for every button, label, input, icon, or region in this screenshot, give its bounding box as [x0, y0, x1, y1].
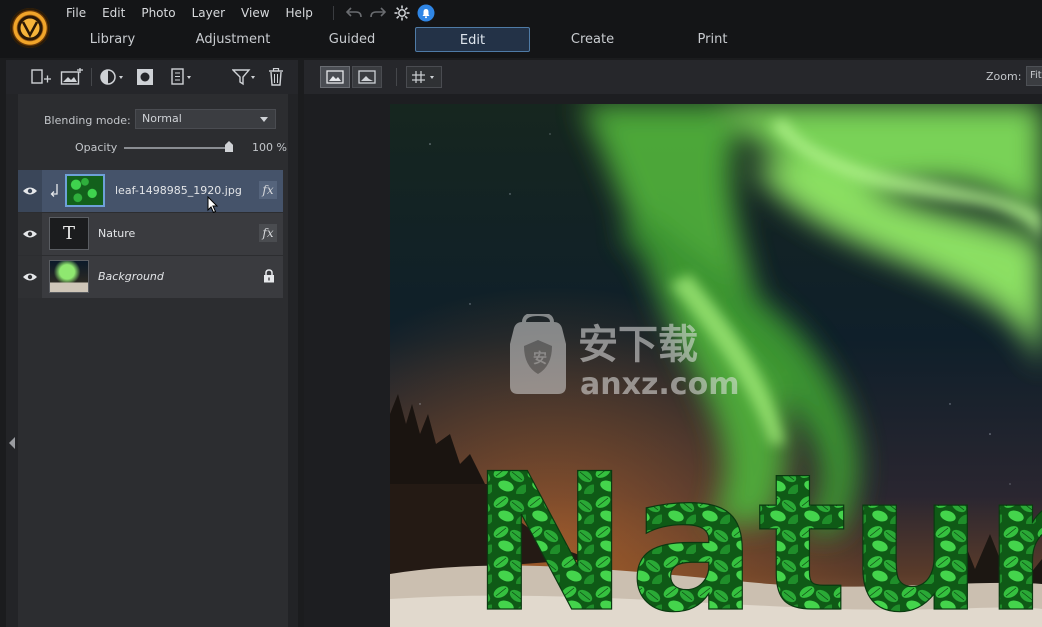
chevron-down-icon [260, 117, 268, 122]
layer-thumbnail-aurora [49, 260, 89, 293]
delete-trash-icon[interactable] [268, 66, 284, 88]
svg-text:安: 安 [533, 350, 547, 367]
new-layer-icon[interactable] [30, 66, 52, 88]
blending-mode-label: Blending mode: [44, 114, 131, 127]
panel-collapse-strip[interactable] [6, 94, 18, 627]
module-tabs: Library Adjustment Guided Edit Create Pr… [56, 27, 770, 52]
tab-edit[interactable]: Edit [415, 27, 530, 52]
opacity-label: Opacity [75, 141, 118, 154]
menu-bar: File Edit Photo Layer View Help [58, 3, 440, 23]
view-mode-single-button[interactable] [352, 66, 382, 88]
layer-name: Nature [98, 227, 136, 240]
canvas-toolbar: Zoom: Fit [304, 60, 1042, 94]
tab-guided[interactable]: Guided [297, 27, 407, 52]
tab-create[interactable]: Create [530, 27, 655, 52]
watermark-logo: 安 安下载 anxz.com [510, 314, 739, 402]
view-mode-grid-button[interactable] [320, 66, 350, 88]
blending-mode-select[interactable]: Normal [135, 109, 276, 129]
app-logo-icon[interactable] [10, 8, 50, 48]
text-layer-icon: T [49, 217, 89, 250]
mask-icon[interactable] [136, 66, 154, 88]
lock-icon[interactable] [263, 269, 275, 286]
menu-help[interactable]: Help [278, 3, 321, 23]
tab-adjustment[interactable]: Adjustment [169, 27, 297, 52]
settings-gear-icon[interactable] [392, 3, 412, 23]
opacity-value: 100 % [252, 141, 287, 154]
notification-bell-icon[interactable] [416, 3, 436, 23]
menu-view[interactable]: View [233, 3, 277, 23]
zoom-label: Zoom: [986, 70, 1022, 83]
opacity-slider-track[interactable] [124, 147, 232, 149]
filter-dropdown-icon[interactable] [232, 66, 258, 88]
add-image-layer-icon[interactable] [60, 66, 84, 88]
menu-photo[interactable]: Photo [133, 3, 183, 23]
undo-icon[interactable] [344, 3, 364, 23]
tab-print[interactable]: Print [655, 27, 770, 52]
layer-row-background[interactable]: Background [18, 256, 283, 298]
layer-row-text[interactable]: T Nature fx [18, 213, 283, 255]
canvas-nature-text[interactable]: Nature [469, 432, 1042, 627]
layer-thumbnail-leaf [65, 174, 105, 207]
menu-separator [332, 6, 334, 20]
layer-name: leaf-1498985_1920.jpg [115, 184, 242, 197]
layers-panel: Blending mode: Normal Opacity 100 % leaf… [6, 60, 298, 627]
redo-icon[interactable] [368, 3, 388, 23]
canvas-area: Zoom: Fit Natur 安 安下载 anxz.com [304, 60, 1042, 627]
grid-dropdown-icon[interactable] [406, 66, 442, 88]
svg-text:anxz.com: anxz.com [580, 367, 739, 402]
tab-library[interactable]: Library [56, 27, 169, 52]
layer-row-leaf[interactable]: leaf-1498985_1920.jpg fx [18, 170, 283, 214]
fx-effects-icon[interactable]: fx [259, 224, 277, 242]
layer-options-dropdown-icon[interactable] [170, 66, 194, 88]
layer-name: Background [98, 270, 164, 283]
clipping-arrow-icon [50, 183, 60, 200]
menu-file[interactable]: File [58, 3, 94, 23]
zoom-field[interactable]: Fit [1026, 66, 1042, 86]
adjustment-layer-dropdown-icon[interactable] [99, 66, 125, 88]
opacity-slider-handle[interactable] [225, 141, 233, 152]
collapse-arrow-icon[interactable] [9, 437, 15, 449]
layers-scrollbar[interactable] [288, 94, 298, 627]
svg-text:安下载: 安下载 [578, 322, 698, 368]
visibility-eye-icon[interactable] [18, 170, 42, 212]
menu-layer[interactable]: Layer [184, 3, 233, 23]
visibility-eye-icon[interactable] [18, 256, 42, 298]
layers-toolbar [6, 60, 298, 94]
fx-effects-icon[interactable]: fx [259, 181, 277, 199]
top-bar: File Edit Photo Layer View Help Library … [0, 0, 1042, 58]
blending-mode-value: Normal [142, 112, 182, 125]
photo-canvas[interactable]: Nature 安 安下载 anxz.com [390, 104, 1042, 627]
visibility-eye-icon[interactable] [18, 213, 42, 255]
menu-edit[interactable]: Edit [94, 3, 133, 23]
